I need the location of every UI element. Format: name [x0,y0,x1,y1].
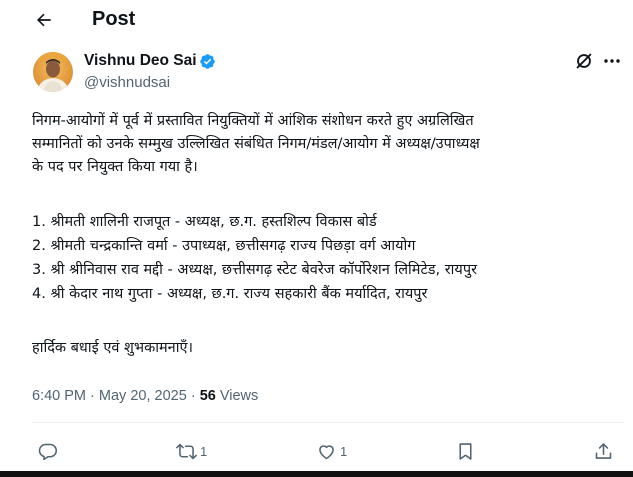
post-meta: 6:40 PM · May 20, 2025 · 56 Views [32,386,258,406]
repost-icon [176,443,197,459]
bookmark-icon [459,442,472,460]
verified-badge-icon [200,54,215,69]
page-title: Post [92,8,136,30]
arrow-left-icon [37,13,51,27]
repost-button[interactable]: 1 [176,440,207,462]
appointment-list-item: 1. श्रीमती शालिनी राजपूत - अध्यक्ष, छ.ग.… [32,214,377,230]
post-text-line: सम्मानितों को उनके सम्मुख उल्लिखित संबंध… [32,136,480,152]
divider [32,422,624,423]
repost-count: 1 [200,443,208,459]
meta-separator: · [90,388,95,404]
post-date[interactable]: May 20, 2025 [99,388,187,404]
post-text-line: के पद पर नियुक्त किया गया है। [32,159,198,175]
appointment-list-item: 4. श्री केदार नाथ गुप्ता - अध्यक्ष, छ.ग.… [32,286,428,302]
bottom-edge [0,471,633,477]
heart-icon [319,444,334,459]
grok-button[interactable] [573,50,595,72]
views-count: 56 [199,388,216,404]
avatar[interactable] [33,52,73,92]
post-text-line: निगम-आयोगों में पूर्व में प्रस्तावित निय… [32,113,474,129]
post-time[interactable]: 6:40 PM [32,388,86,404]
back-button[interactable] [28,6,60,34]
like-count: 1 [340,443,348,459]
appointment-list-item: 3. श्री श्रीनिवास राव मद्दी - अध्यक्ष, छ… [32,262,478,278]
more-options-button[interactable] [600,50,624,72]
more-icon [604,59,620,63]
like-button[interactable]: 1 [316,440,347,462]
appointment-list-item: 2. श्रीमती चन्द्रकान्ति वर्मा - उपाध्यक्… [32,238,416,254]
post-header: Post [0,0,633,42]
views-label: Views [219,388,259,404]
author-handle[interactable]: @vishnudsai [84,73,170,93]
author-name[interactable]: Vishnu Deo Sai [84,51,197,71]
meta-separator: · [190,388,196,404]
post-closing-line: हार्दिक बधाई एवं शुभकामनाएँ। [32,340,193,356]
bookmark-button[interactable] [455,440,476,462]
reply-button[interactable] [37,440,58,462]
share-button[interactable] [593,440,614,462]
grok-icon [576,53,592,69]
comment-icon [38,443,58,460]
share-icon [595,442,612,459]
